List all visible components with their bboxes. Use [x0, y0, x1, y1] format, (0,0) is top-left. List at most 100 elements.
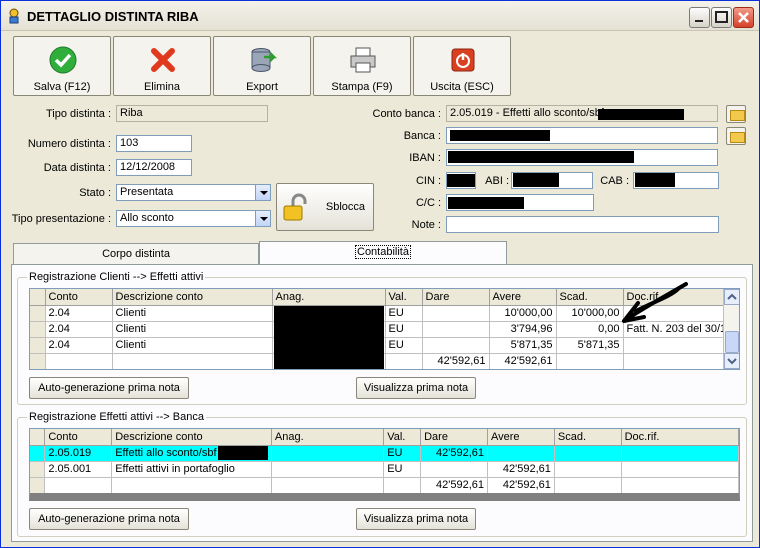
table-cell[interactable]: 10'000,00	[556, 305, 624, 322]
tab-corpo-distinta[interactable]: Corpo distinta	[13, 243, 259, 265]
table-cell[interactable]	[422, 305, 490, 322]
tipo-presentazione-select[interactable]: Allo sconto	[116, 210, 271, 227]
column-header[interactable]: Anag.	[271, 429, 385, 446]
auto-generazione-button-2[interactable]: Auto-generazione prima nota	[29, 508, 189, 530]
row-header[interactable]	[30, 353, 46, 369]
table-cell[interactable]: Clienti	[112, 321, 273, 338]
folder-icon[interactable]	[726, 127, 746, 145]
save-button[interactable]: Salva (F12)	[13, 36, 111, 96]
scroll-up-button[interactable]	[724, 289, 739, 305]
column-header[interactable]: Dare	[422, 289, 490, 306]
maximize-button[interactable]	[711, 7, 732, 28]
row-header[interactable]	[30, 321, 46, 338]
export-button[interactable]: Export	[213, 36, 311, 96]
table-cell[interactable]: 42'592,61	[422, 353, 490, 369]
table-cell[interactable]: Clienti	[112, 337, 273, 354]
minimize-button[interactable]	[689, 7, 710, 28]
row-header[interactable]	[30, 305, 46, 322]
row-header[interactable]	[30, 477, 46, 493]
column-header[interactable]: Doc.rif.	[621, 429, 739, 446]
table-cell[interactable]: 42'592,61	[487, 461, 555, 478]
column-header[interactable]: Val.	[383, 429, 422, 446]
table-cell[interactable]	[621, 445, 739, 462]
table-cell[interactable]	[621, 461, 739, 478]
column-header[interactable]: Descrizione conto	[111, 429, 272, 446]
exit-button[interactable]: Uscita (ESC)	[413, 36, 511, 96]
table-row[interactable]: 42'592,61 42'592,61	[30, 477, 739, 493]
row-header[interactable]	[30, 445, 46, 462]
row-header[interactable]	[30, 461, 46, 478]
column-header[interactable]: Avere	[489, 289, 557, 306]
table-cell[interactable]	[621, 477, 739, 493]
folder-icon[interactable]	[726, 105, 746, 123]
column-header[interactable]: Scad.	[556, 289, 624, 306]
numero-distinta-input[interactable]: 103	[116, 135, 192, 152]
table-cell[interactable]	[45, 353, 113, 369]
table-cell[interactable]	[112, 353, 273, 369]
table-cell[interactable]: Effetti attivi in portafoglio	[111, 461, 272, 478]
table-cell[interactable]	[111, 477, 272, 493]
close-button[interactable]	[733, 7, 754, 28]
table-cell[interactable]	[271, 461, 385, 478]
sblocca-button[interactable]: Sblocca	[276, 183, 374, 231]
table-cell[interactable]: EU	[383, 445, 422, 462]
title-bar[interactable]: DETTAGLIO DISTINTA RIBA	[1, 1, 759, 31]
table-cell[interactable]: 5'871,35	[556, 337, 624, 354]
column-header[interactable]: Descrizione conto	[112, 289, 273, 306]
table-cell[interactable]	[271, 477, 385, 493]
table-cell[interactable]: 42'592,61	[420, 445, 488, 462]
table-row[interactable]: 2.05.019 Effetti allo sconto/sbf EU 42'592,…	[30, 445, 739, 462]
stato-select[interactable]: Presentata	[116, 184, 271, 201]
table-cell[interactable]: 42'592,61	[489, 353, 557, 369]
table-cell[interactable]	[420, 461, 488, 478]
table-cell[interactable]: 2.05.019	[44, 445, 113, 462]
table-row[interactable]: 2.05.001 Effetti attivi in portafoglio EU 4…	[30, 461, 739, 478]
table-cell[interactable]: 42'592,61	[420, 477, 488, 493]
table-cell[interactable]: 2.04	[45, 321, 113, 338]
banca-grid[interactable]: Conto Descrizione conto Anag. Val. Dare …	[29, 428, 740, 501]
tab-contabilita[interactable]: Contabilità	[259, 241, 507, 265]
table-cell[interactable]: 2.05.001	[44, 461, 113, 478]
table-cell[interactable]: 10'000,00	[489, 305, 557, 322]
row-header[interactable]	[30, 337, 46, 354]
table-cell[interactable]: Clienti	[112, 305, 273, 322]
scroll-thumb[interactable]	[725, 331, 739, 353]
table-cell[interactable]: 42'592,61	[487, 477, 555, 493]
vertical-scrollbar[interactable]	[723, 289, 739, 369]
table-cell[interactable]	[271, 445, 385, 462]
table-cell[interactable]: EU	[383, 461, 422, 478]
column-header[interactable]: Conto	[45, 289, 113, 306]
table-cell[interactable]: EU	[385, 321, 423, 338]
visualizza-prima-nota-button-1[interactable]: Visualizza prima nota	[356, 377, 476, 399]
note-field[interactable]	[446, 216, 719, 233]
chevron-down-icon[interactable]	[255, 185, 270, 200]
column-header[interactable]: Conto	[44, 429, 113, 446]
column-header[interactable]: Dare	[420, 429, 488, 446]
column-header[interactable]: Avere	[487, 429, 555, 446]
auto-generazione-button-1[interactable]: Auto-generazione prima nota	[29, 377, 189, 399]
table-cell[interactable]: 2.04	[45, 337, 113, 354]
column-header[interactable]: Anag.	[272, 289, 386, 306]
column-header[interactable]: Scad.	[554, 429, 622, 446]
table-cell[interactable]	[623, 353, 731, 369]
table-cell[interactable]: 0,00	[556, 321, 624, 338]
table-cell[interactable]: EU	[385, 337, 423, 354]
table-cell[interactable]	[554, 445, 622, 462]
table-cell[interactable]	[554, 477, 622, 493]
table-cell[interactable]: 2.04	[45, 305, 113, 322]
table-cell[interactable]	[623, 337, 731, 354]
table-cell[interactable]	[556, 353, 624, 369]
table-cell[interactable]	[44, 477, 113, 493]
table-cell[interactable]: EU	[385, 305, 423, 322]
data-distinta-input[interactable]: 12/12/2008	[116, 159, 192, 176]
column-header[interactable]: Val.	[385, 289, 423, 306]
table-cell[interactable]: 5'871,35	[489, 337, 557, 354]
table-cell[interactable]: 3'794,96	[489, 321, 557, 338]
table-cell[interactable]	[383, 477, 422, 493]
scroll-down-button[interactable]	[724, 353, 739, 369]
table-cell[interactable]	[422, 321, 490, 338]
chevron-down-icon[interactable]	[255, 211, 270, 226]
table-cell[interactable]	[487, 445, 555, 462]
print-button[interactable]: Stampa (F9)	[313, 36, 411, 96]
visualizza-prima-nota-button-2[interactable]: Visualizza prima nota	[356, 508, 476, 530]
